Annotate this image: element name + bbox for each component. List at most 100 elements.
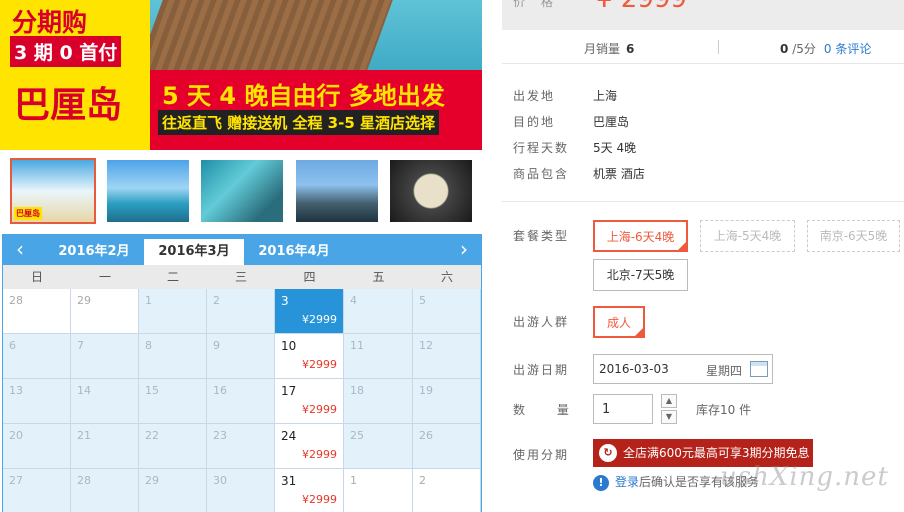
date-weekday: 星期四: [706, 364, 743, 378]
info-key: 行程天数: [513, 141, 570, 155]
quantity-increase-chevron-up-icon[interactable]: ▲: [661, 394, 677, 408]
travel-date-input[interactable]: 2016-03-03 星期四: [593, 354, 773, 384]
package-option-nanjing-6d5n[interactable]: 南京-6天5晚: [807, 220, 900, 252]
weekday-label: 二: [166, 270, 179, 284]
calendar-day: 22: [139, 424, 207, 469]
next-month-chevron-icon[interactable]: ›: [449, 235, 479, 265]
day-number: 29: [77, 294, 91, 307]
quantity-label: 数 量: [513, 401, 593, 418]
package-option-label: 南京-6天5晚: [819, 229, 888, 243]
day-number: 1: [145, 294, 152, 307]
day-number: 10: [281, 339, 297, 353]
package-option-label: 北京-7天5晚: [606, 268, 675, 282]
calendar-icon[interactable]: [750, 361, 768, 377]
calendar-day: 6: [3, 334, 71, 379]
day-number: 11: [350, 339, 364, 352]
rating-score: 0: [780, 42, 789, 56]
day-price: ¥2999: [302, 448, 337, 461]
info-key: 目的地: [513, 115, 556, 129]
sales-row: 月销量 6 0 /5分 0 条评论: [502, 30, 904, 64]
info-value: 上海: [593, 89, 618, 103]
calendar-day: 29: [139, 469, 207, 512]
price-value: ¥ 2999: [596, 0, 687, 14]
price-calendar: ‹ 2016年2月 2016年3月 2016年4月 › 日一二三四五六 28 29…: [2, 234, 482, 512]
package-type-text: 套餐类型: [513, 229, 570, 243]
date-value: 2016-03-03: [599, 362, 669, 376]
thumbnail-2[interactable]: [107, 160, 189, 222]
product-page: 分期购 3 期 0 首付 巴厘岛 5 天 4 晚自由行 多地出发 往返直飞 赠接…: [0, 0, 904, 512]
calendar-day-available[interactable]: 24 ¥2999: [275, 424, 344, 469]
calendar-day: 12: [413, 334, 481, 379]
traveler-option-adult[interactable]: 成人 ✓: [593, 306, 645, 338]
month-tab-next[interactable]: 2016年4月: [244, 239, 344, 265]
check-icon: ✓: [635, 327, 642, 336]
banner-trip-title: 5 天 4 晚自由行 多地出发: [162, 82, 445, 110]
calendar-day: 23: [207, 424, 275, 469]
banner-destination-text: 巴厘岛: [14, 85, 123, 126]
calendar-day: 15: [139, 379, 207, 424]
thumbnail-1[interactable]: 巴厘岛: [10, 158, 96, 224]
thumbnail-5[interactable]: [390, 160, 472, 222]
calendar-day: 28: [3, 289, 71, 334]
promo-banner[interactable]: 分期购 3 期 0 首付 巴厘岛 5 天 4 晚自由行 多地出发 往返直飞 赠接…: [0, 0, 482, 150]
info-destination: 目的地 巴厘岛: [513, 113, 629, 130]
day-number: 31: [281, 474, 297, 488]
day-number: 28: [9, 294, 23, 307]
month-tab-current[interactable]: 2016年3月: [144, 239, 244, 265]
day-number: 30: [213, 474, 227, 487]
quantity-decrease-chevron-down-icon[interactable]: ▼: [661, 410, 677, 424]
day-number: 18: [350, 384, 364, 397]
day-number: 2: [419, 474, 426, 487]
calendar-day: 1: [139, 289, 207, 334]
day-number: 21: [77, 429, 91, 442]
travel-date-label: 出游日期: [513, 361, 593, 378]
thumbnail-4[interactable]: [296, 160, 378, 222]
package-option-beijing-7d5n[interactable]: 北京-7天5晚: [593, 259, 688, 291]
rating-max: /5分: [792, 42, 816, 56]
day-number: 4: [350, 294, 357, 307]
day-number: 6: [9, 339, 16, 352]
info-value: 巴厘岛: [593, 115, 630, 129]
day-number: 22: [145, 429, 159, 442]
info-value: 5天 4晚: [593, 141, 637, 155]
calendar-day: 28: [71, 469, 139, 512]
calendar-day-available[interactable]: 10 ¥2999: [275, 334, 344, 379]
quantity-text: 数 量: [513, 403, 583, 417]
login-link[interactable]: 登录: [615, 475, 639, 489]
day-price: ¥2999: [302, 493, 337, 506]
monthly-sales-label: 月销量: [584, 42, 621, 56]
day-number: 29: [145, 474, 159, 487]
package-option-shanghai-6d4n[interactable]: 上海-6天4晚 ✓: [593, 220, 688, 252]
weekday-label: 五: [372, 270, 385, 284]
day-number: 25: [350, 429, 364, 442]
installment-text: 使用分期: [513, 448, 570, 462]
installment-logo-icon: ↻: [599, 444, 617, 462]
thumbnail-3[interactable]: [201, 160, 283, 222]
comments-link[interactable]: 0 条评论: [824, 42, 871, 56]
calendar-day: 14: [71, 379, 139, 424]
calendar-day-available[interactable]: 17 ¥2999: [275, 379, 344, 424]
info-key: 商品包含: [513, 167, 570, 181]
calendar-day-available[interactable]: 3 ¥2999: [275, 289, 344, 334]
calendar-day: 21: [71, 424, 139, 469]
day-number: 14: [77, 384, 91, 397]
package-type-label: 套餐类型: [513, 227, 593, 244]
info-includes: 商品包含 机票 酒店: [513, 165, 645, 182]
day-number: 9: [213, 339, 220, 352]
info-duration: 行程天数 5天 4晚: [513, 139, 636, 156]
calendar-day: 4: [344, 289, 413, 334]
banner-installment-text: 分期购: [12, 8, 88, 37]
day-number: 13: [9, 384, 23, 397]
day-number: 15: [145, 384, 159, 397]
calendar-day: 1: [344, 469, 413, 512]
calendar-day: 11: [344, 334, 413, 379]
month-tab-prev[interactable]: 2016年2月: [44, 239, 144, 265]
calendar-day: 26: [413, 424, 481, 469]
package-option-shanghai-5d4n[interactable]: 上海-5天4晚: [700, 220, 795, 252]
day-number: 8: [145, 339, 152, 352]
calendar-day-available[interactable]: 31 ¥2999: [275, 469, 344, 512]
info-key: 出发地: [513, 89, 556, 103]
prev-month-chevron-icon[interactable]: ‹: [5, 235, 35, 265]
quantity-input[interactable]: 1: [593, 394, 653, 424]
day-number: 20: [9, 429, 23, 442]
